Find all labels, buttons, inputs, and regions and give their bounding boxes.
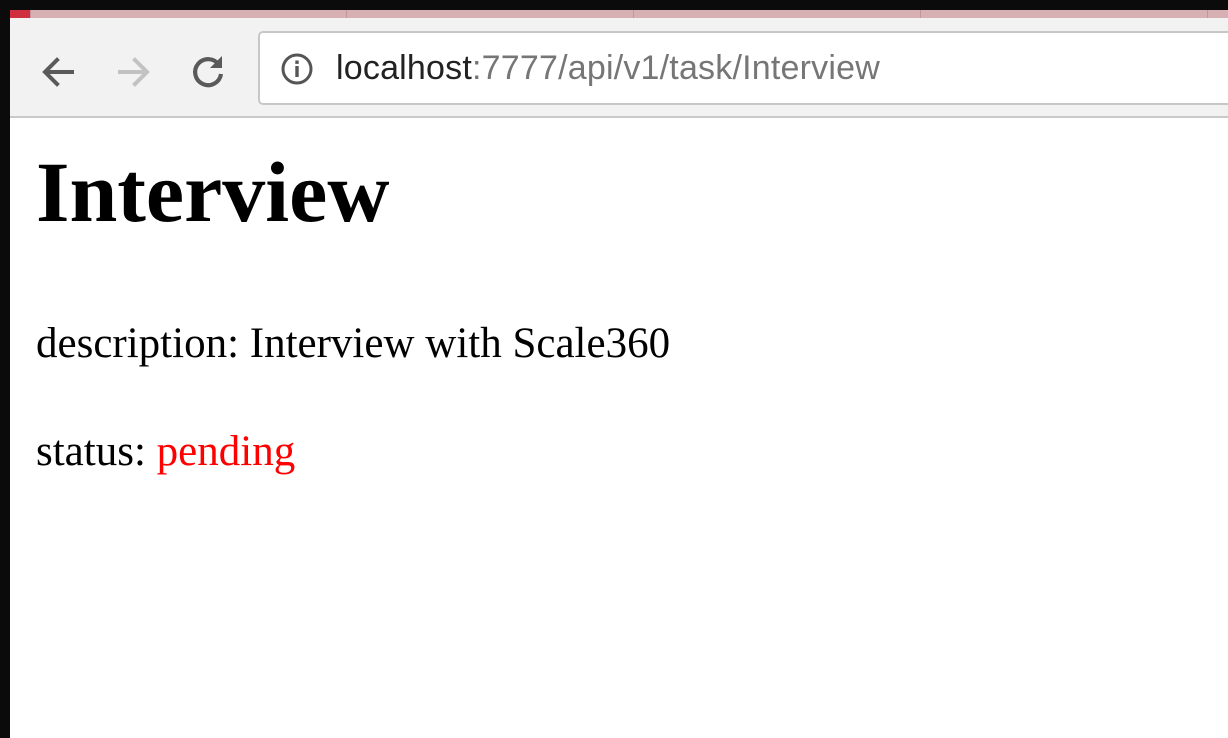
back-button[interactable] xyxy=(36,50,80,94)
info-icon[interactable] xyxy=(280,52,314,86)
address-bar[interactable]: localhost:7777/api/v1/task/Interview xyxy=(258,31,1228,105)
description-label: description: xyxy=(36,320,250,367)
status-label: status: xyxy=(36,428,157,475)
tab[interactable] xyxy=(921,10,1208,18)
status-value: pending xyxy=(156,428,296,475)
back-arrow-icon xyxy=(42,57,74,87)
forward-button[interactable] xyxy=(112,50,156,94)
status-line: status: pending xyxy=(36,424,295,480)
tab-strip xyxy=(10,10,1228,18)
tab[interactable] xyxy=(634,10,921,18)
reload-button[interactable] xyxy=(186,50,230,94)
tab[interactable] xyxy=(347,10,634,18)
tab-active[interactable] xyxy=(10,10,31,18)
reload-icon xyxy=(193,56,224,88)
tab[interactable] xyxy=(31,10,347,18)
forward-arrow-icon xyxy=(118,57,150,87)
browser-window: localhost:7777/api/v1/task/Interview Int… xyxy=(0,0,1228,738)
url-text[interactable]: localhost:7777/api/v1/task/Interview xyxy=(336,45,880,91)
description-line: description: Interview with Scale360 xyxy=(36,316,670,372)
page-content: Interview description: Interview with Sc… xyxy=(36,120,1228,738)
url-host: localhost xyxy=(336,49,472,87)
page-title: Interview xyxy=(36,144,390,240)
browser-toolbar: localhost:7777/api/v1/task/Interview xyxy=(10,18,1228,118)
description-value: Interview with Scale360 xyxy=(249,320,671,367)
url-path: :7777/api/v1/task/Interview xyxy=(472,49,880,87)
